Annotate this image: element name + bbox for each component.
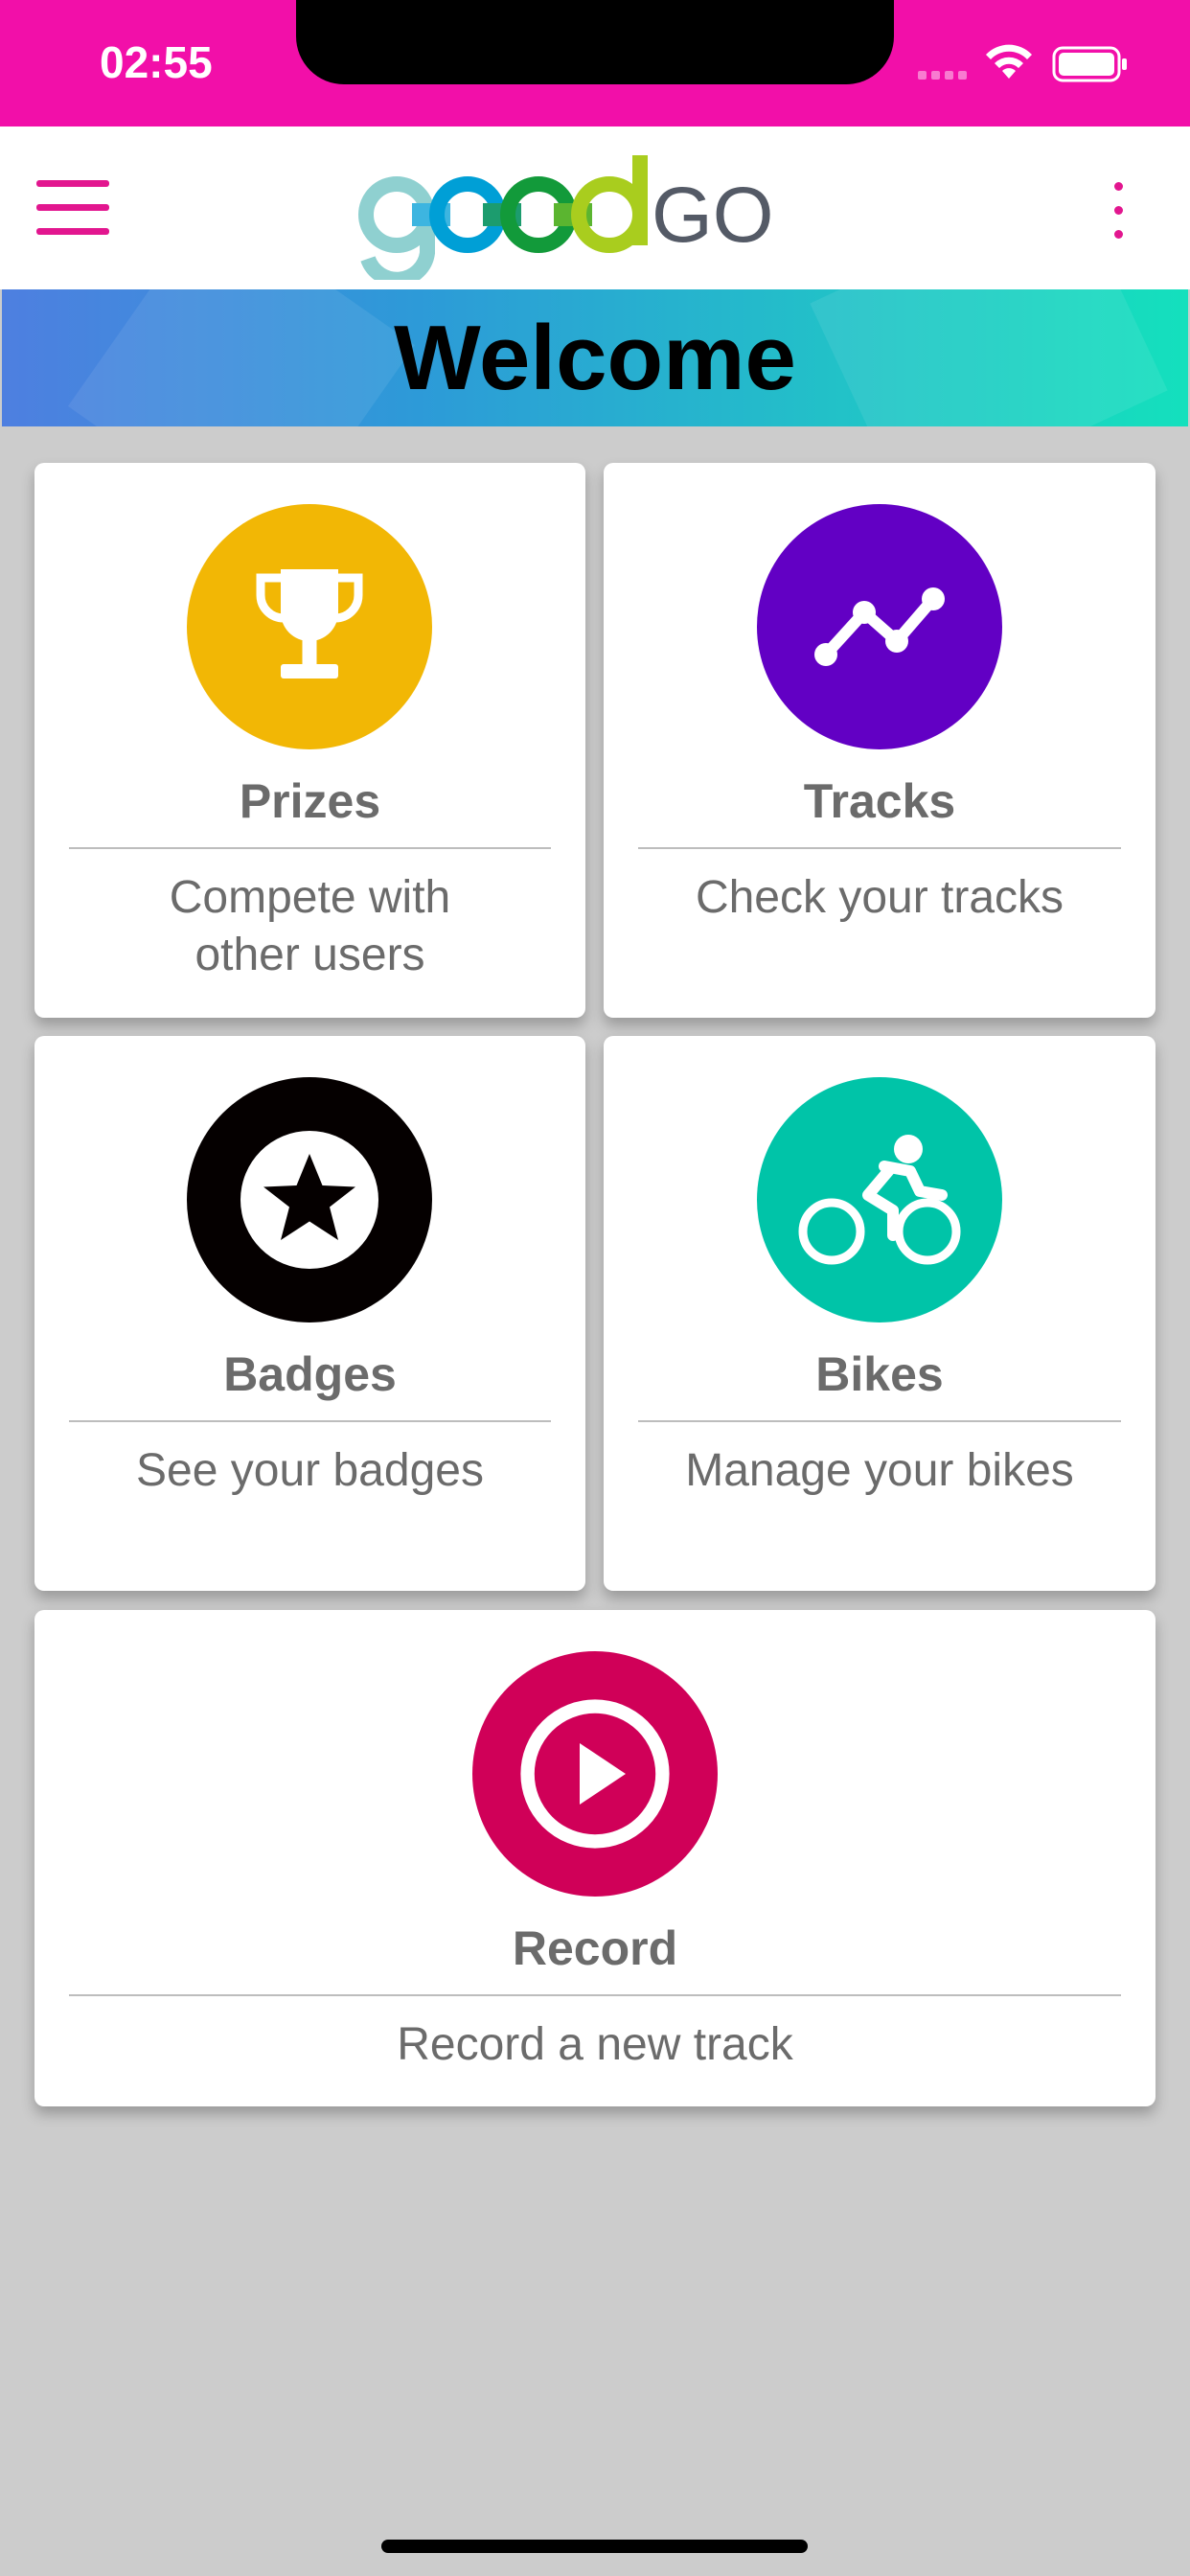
hamburger-menu-icon[interactable] bbox=[36, 180, 109, 236]
status-time: 02:55 bbox=[100, 37, 213, 87]
wifi-icon bbox=[986, 44, 1032, 79]
record-title: Record bbox=[512, 1921, 678, 1975]
track-line-icon bbox=[757, 504, 1002, 749]
badges-description: See your badges bbox=[136, 1445, 484, 1496]
app-header: GO bbox=[0, 126, 1190, 289]
play-icon bbox=[472, 1651, 718, 1897]
battery-icon bbox=[1052, 46, 1127, 82]
bikes-card[interactable]: Bikes Manage your bikes bbox=[604, 1036, 1156, 1591]
cellular-signal-icon bbox=[918, 71, 967, 80]
notch bbox=[296, 0, 894, 84]
bikes-title: Bikes bbox=[815, 1347, 944, 1401]
goodgo-logo: GO bbox=[358, 155, 774, 280]
card-divider bbox=[69, 1994, 1121, 1996]
welcome-banner: Welcome bbox=[2, 289, 1188, 426]
star-badge-icon bbox=[187, 1077, 432, 1322]
badges-title: Badges bbox=[223, 1347, 397, 1401]
more-options-icon[interactable] bbox=[1111, 182, 1125, 240]
record-description: Record a new track bbox=[397, 2019, 793, 2070]
cyclist-icon bbox=[757, 1077, 1002, 1322]
trophy-icon bbox=[187, 504, 432, 749]
tracks-card[interactable]: Tracks Check your tracks bbox=[604, 463, 1156, 1018]
prizes-description: Compete with other users bbox=[169, 872, 451, 980]
prizes-card[interactable]: Prizes Compete with other users bbox=[34, 463, 585, 1018]
badges-card[interactable]: Badges See your badges bbox=[34, 1036, 585, 1591]
record-card[interactable]: Record Record a new track bbox=[34, 1610, 1156, 2106]
tracks-title: Tracks bbox=[803, 774, 956, 828]
welcome-title: Welcome bbox=[394, 307, 796, 409]
status-bar: 02:55 bbox=[0, 0, 1190, 126]
card-divider bbox=[638, 1420, 1121, 1422]
card-divider bbox=[69, 1420, 551, 1422]
tracks-description: Check your tracks bbox=[695, 872, 1064, 923]
card-divider bbox=[69, 847, 551, 849]
home-indicator[interactable] bbox=[381, 2540, 808, 2553]
card-divider bbox=[638, 847, 1121, 849]
bikes-description: Manage your bikes bbox=[685, 1445, 1074, 1496]
svg-text:GO: GO bbox=[652, 172, 774, 259]
prizes-title: Prizes bbox=[239, 774, 381, 828]
